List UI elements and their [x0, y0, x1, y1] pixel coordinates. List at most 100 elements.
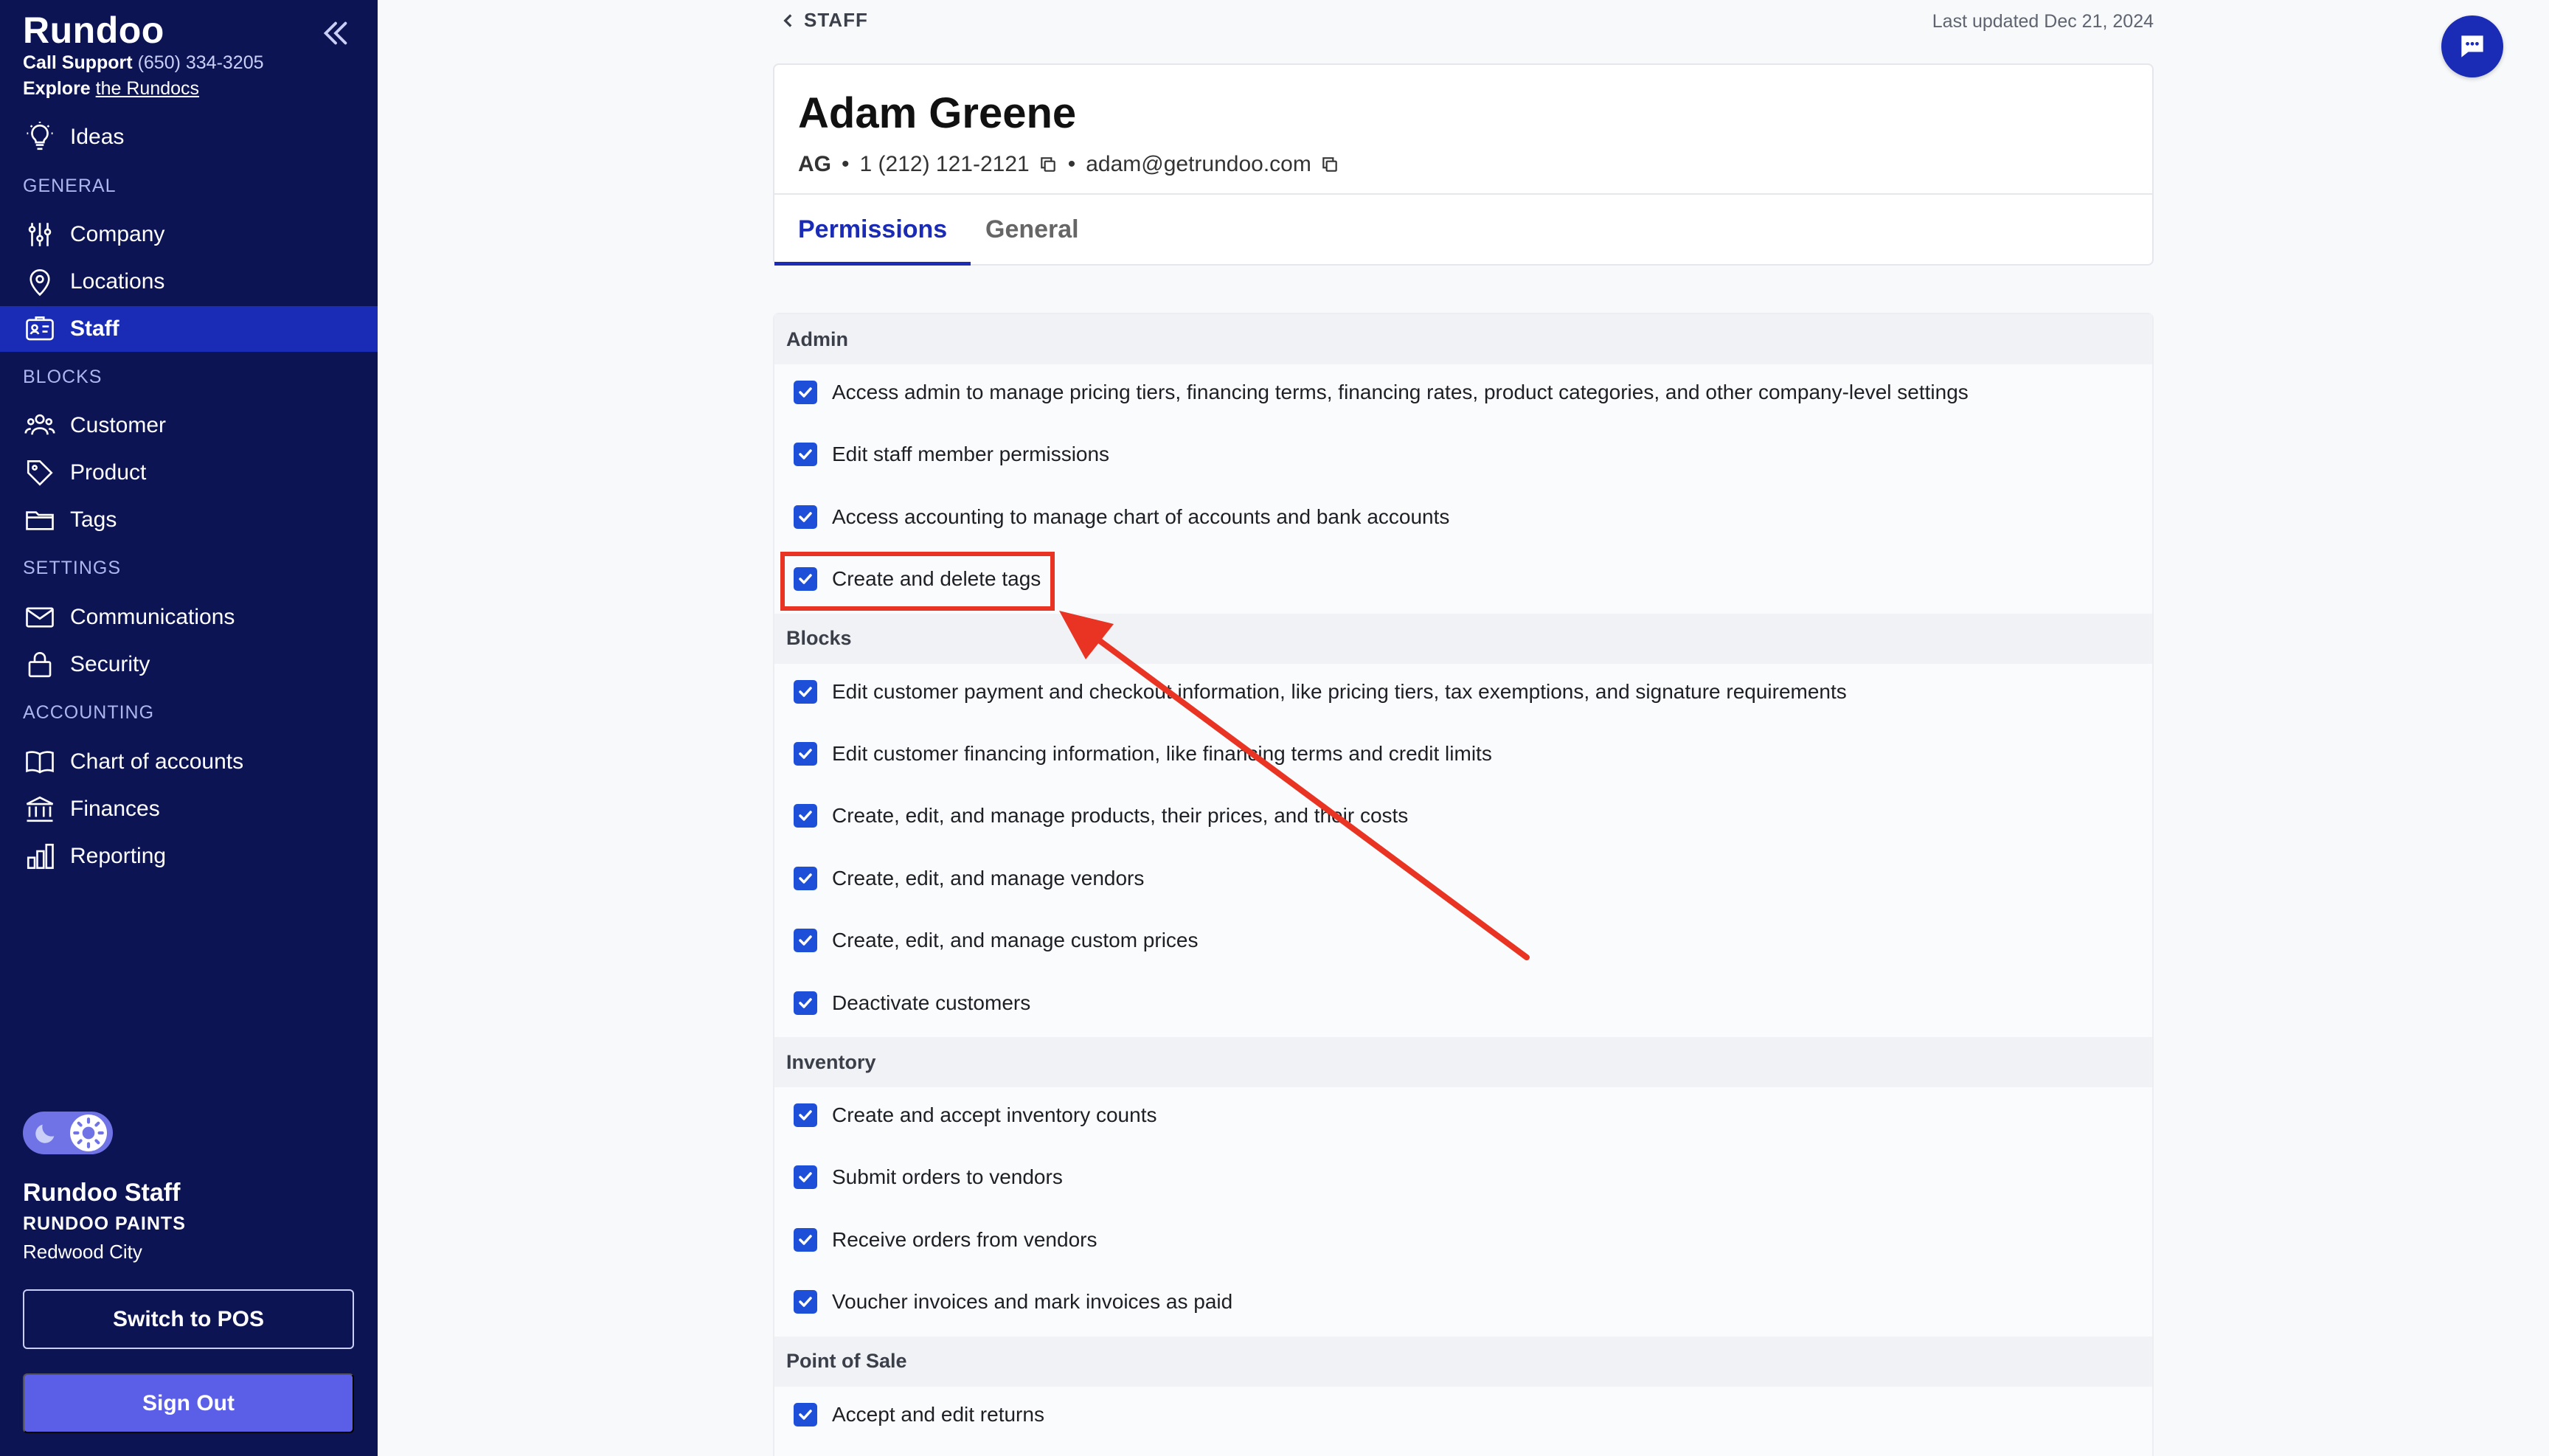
moon-icon	[35, 1124, 55, 1143]
chevron-left-icon	[783, 13, 792, 27]
checkbox-checked[interactable]	[794, 381, 817, 404]
permission-row[interactable]: Access accounting to manage chart of acc…	[794, 505, 1449, 529]
support-info: Call Support (650) 334-3205 Explore the …	[23, 50, 264, 102]
permission-row[interactable]: Accept and edit returns	[794, 1402, 1044, 1426]
checkbox-checked[interactable]	[794, 866, 817, 890]
back-to-staff-link[interactable]: STAFF	[779, 9, 868, 32]
checkbox-checked[interactable]	[794, 1402, 817, 1426]
id-card-icon	[26, 316, 54, 341]
sidebar-item-label: Product	[70, 460, 147, 485]
permission-label: Access accounting to manage chart of acc…	[832, 505, 1450, 528]
permission-row[interactable]: Voucher invoices and mark invoices as pa…	[794, 1290, 1232, 1314]
checkmark-icon	[799, 1110, 812, 1120]
permission-label: Submit orders to vendors	[832, 1165, 1063, 1189]
section-accounting: ACCOUNTING	[23, 702, 155, 723]
tag-icon	[27, 460, 53, 486]
sidebar-item-tags[interactable]: Tags	[0, 497, 378, 543]
checkmark-icon	[799, 1297, 812, 1307]
checkbox-checked[interactable]	[794, 505, 817, 529]
envelope-icon	[26, 607, 54, 628]
sidebar-item-label: Communications	[70, 605, 235, 629]
permission-row[interactable]: Create and accept inventory counts	[794, 1103, 1156, 1127]
copy-icon[interactable]	[1038, 155, 1058, 174]
group-header-admin: Admin	[774, 314, 2152, 364]
sidebar-item-chart-of-accounts[interactable]: Chart of accounts	[0, 739, 378, 785]
sliders-icon	[28, 223, 52, 246]
sidebar-item-security[interactable]: Security	[0, 642, 378, 687]
checkmark-icon	[799, 1235, 812, 1245]
sign-out-button[interactable]: Sign Out	[23, 1373, 354, 1433]
permission-label: Accept and edit returns	[832, 1402, 1044, 1426]
checkbox-checked[interactable]	[794, 1290, 817, 1314]
permission-row[interactable]: Deactivate customers	[794, 991, 1030, 1015]
sidebar-item-label: Tags	[70, 507, 117, 532]
permission-label: Deactivate customers	[832, 991, 1031, 1014]
theme-toggle[interactable]	[23, 1112, 113, 1154]
permission-row[interactable]: Receive orders from vendors	[794, 1227, 1097, 1252]
sidebar-item-label: Locations	[70, 269, 165, 294]
tab-general[interactable]: General	[985, 193, 1079, 266]
permission-row[interactable]: Access admin to manage pricing tiers, fi…	[794, 381, 1969, 404]
checkmark-icon	[799, 387, 812, 398]
group-header-pos: Point of Sale	[774, 1336, 2152, 1387]
permission-row[interactable]: Submit orders to vendors	[794, 1165, 1063, 1190]
permission-label: Edit staff member permissions	[832, 443, 1110, 466]
checkbox-checked[interactable]	[794, 929, 817, 953]
folder-icon	[26, 511, 54, 530]
users-icon	[24, 414, 55, 435]
checkbox-checked[interactable]	[794, 679, 817, 704]
tab-permissions[interactable]: Permissions	[774, 193, 971, 266]
profile-meta: AG • 1 (212) 121-2121 • adam@getrundoo.c…	[798, 152, 1339, 177]
sidebar-item-locations[interactable]: Locations	[0, 259, 378, 305]
sidebar-item-label: Staff	[70, 316, 119, 341]
switch-to-pos-button[interactable]: Switch to POS	[23, 1289, 354, 1349]
permission-label: Voucher invoices and mark invoices as pa…	[832, 1290, 1233, 1314]
checkmark-icon	[799, 1172, 812, 1183]
user-company: RUNDOO PAINTS	[23, 1213, 186, 1234]
sidebar-item-product[interactable]: Product	[0, 450, 378, 496]
checkbox-checked[interactable]	[794, 991, 817, 1015]
collapse-sidebar-icon[interactable]	[319, 16, 353, 50]
initials: AG	[798, 152, 831, 176]
sidebar-item-customer[interactable]: Customer	[0, 403, 378, 448]
checkbox-checked[interactable]	[794, 443, 817, 467]
permission-label: Access admin to manage pricing tiers, fi…	[832, 381, 1969, 403]
user-city: Redwood City	[23, 1241, 142, 1263]
checkbox-checked[interactable]	[794, 804, 817, 828]
checkmark-icon	[799, 811, 812, 822]
checkmark-icon	[799, 997, 812, 1008]
profile-card: Adam Greene AG • 1 (212) 121-2121 • adam…	[773, 63, 2154, 266]
support-phone[interactable]: (650) 334-3205	[138, 52, 264, 73]
checkbox-checked[interactable]	[794, 1103, 817, 1127]
sidebar-item-staff[interactable]: Staff	[0, 306, 378, 352]
last-updated: Last updated Dec 21, 2024	[1932, 11, 2154, 32]
group-header-inventory: Inventory	[774, 1037, 2152, 1087]
annotation-highlight-box	[780, 552, 1055, 611]
checkbox-checked[interactable]	[794, 1227, 817, 1252]
chat-icon	[2461, 35, 2483, 58]
sidebar-item-reporting[interactable]: Reporting	[0, 833, 378, 879]
copy-icon[interactable]	[1320, 155, 1339, 174]
sidebar-item-company[interactable]: Company	[0, 212, 378, 257]
permission-row[interactable]: Edit staff member permissions	[794, 443, 1110, 467]
bank-icon	[26, 796, 54, 822]
sidebar-item-communications[interactable]: Communications	[0, 594, 378, 640]
sidebar: Rundoo Call Support (650) 334-3205 Explo…	[0, 0, 378, 1456]
checkmark-icon	[799, 935, 812, 946]
lightbulb-icon	[27, 122, 53, 150]
rundocs-link[interactable]: the Rundocs	[96, 78, 199, 99]
sidebar-item-ideas[interactable]: Ideas	[0, 114, 378, 160]
checkbox-checked[interactable]	[794, 742, 817, 766]
email-address: adam@getrundoo.com	[1086, 152, 1311, 176]
sidebar-item-finances[interactable]: Finances	[0, 786, 378, 832]
separator-dot: •	[1067, 152, 1076, 176]
book-icon	[26, 751, 54, 774]
map-pin-icon	[30, 268, 50, 297]
section-blocks: BLOCKS	[23, 367, 103, 387]
toggle-knob	[70, 1114, 107, 1151]
checkbox-checked[interactable]	[794, 1165, 817, 1190]
sidebar-item-label: Chart of accounts	[70, 749, 244, 774]
checkmark-icon	[799, 873, 812, 884]
chat-button[interactable]	[2441, 15, 2503, 77]
sun-icon	[73, 1117, 104, 1148]
